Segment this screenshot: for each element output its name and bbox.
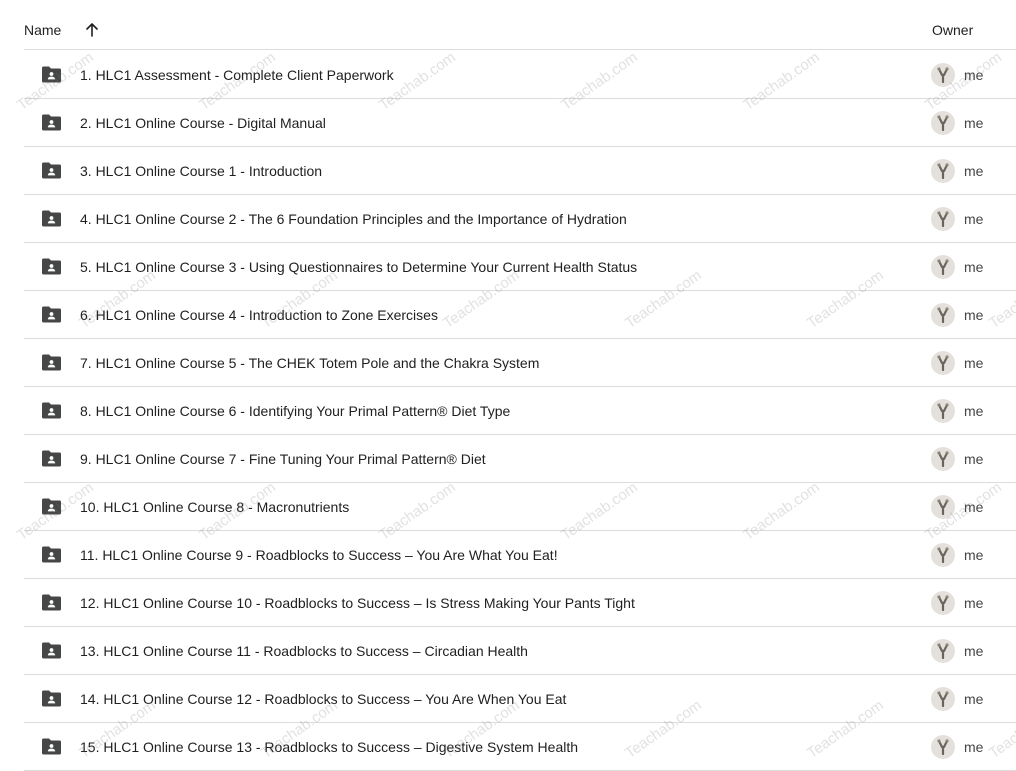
file-row[interactable]: 2. HLC1 Online Course - Digital Manual m… [24,99,1016,147]
owner-avatar-icon [931,351,955,375]
shared-folder-icon [42,498,61,515]
owner-avatar-icon [931,495,955,519]
file-name[interactable]: 14. HLC1 Online Course 12 - Roadblocks t… [80,690,566,708]
owner-label: me [964,595,984,611]
shared-folder-icon [42,306,61,323]
shared-folder-icon [42,738,61,755]
owner-label: me [964,115,984,131]
owner-avatar-icon [931,63,955,87]
file-row[interactable]: 4. HLC1 Online Course 2 - The 6 Foundati… [24,195,1016,243]
owner-avatar-icon [931,639,955,663]
owner-column-header[interactable]: Owner [932,22,973,38]
shared-folder-icon [42,642,61,659]
file-row[interactable]: 1. HLC1 Assessment - Complete Client Pap… [24,51,1016,99]
owner-avatar-icon [931,207,955,231]
shared-folder-icon [42,162,61,179]
file-name[interactable]: 11. HLC1 Online Course 9 - Roadblocks to… [80,546,558,564]
owner-avatar-icon [931,543,955,567]
owner-avatar-icon [931,255,955,279]
shared-folder-icon [42,210,61,227]
file-name[interactable]: 3. HLC1 Online Course 1 - Introduction [80,162,322,180]
file-row[interactable]: 14. HLC1 Online Course 12 - Roadblocks t… [24,675,1016,723]
shared-folder-icon [42,546,61,563]
file-row[interactable]: 9. HLC1 Online Course 7 - Fine Tuning Yo… [24,435,1016,483]
owner-label: me [964,67,984,83]
file-row[interactable]: 11. HLC1 Online Course 9 - Roadblocks to… [24,531,1016,579]
shared-folder-icon [42,402,61,419]
shared-folder-icon [42,114,61,131]
file-row[interactable]: 15. HLC1 Online Course 13 - Roadblocks t… [24,723,1016,771]
owner-label: me [964,739,984,755]
owner-avatar-icon [931,591,955,615]
name-column-header[interactable]: Name [24,22,61,38]
file-name[interactable]: 8. HLC1 Online Course 6 - Identifying Yo… [80,402,510,420]
shared-folder-icon [42,450,61,467]
owner-avatar-icon [931,687,955,711]
shared-folder-icon [42,258,61,275]
file-row[interactable]: 8. HLC1 Online Course 6 - Identifying Yo… [24,387,1016,435]
file-row[interactable]: 3. HLC1 Online Course 1 - Introduction m… [24,147,1016,195]
file-name[interactable]: 2. HLC1 Online Course - Digital Manual [80,114,326,132]
file-row[interactable]: 5. HLC1 Online Course 3 - Using Question… [24,243,1016,291]
file-list-header: Name Owner [24,10,1016,50]
file-row[interactable]: 6. HLC1 Online Course 4 - Introduction t… [24,291,1016,339]
shared-folder-icon [42,690,61,707]
file-name[interactable]: 7. HLC1 Online Course 5 - The CHEK Totem… [80,354,539,372]
shared-folder-icon [42,66,61,83]
owner-avatar-icon [931,303,955,327]
file-name[interactable]: 9. HLC1 Online Course 7 - Fine Tuning Yo… [80,450,486,468]
owner-label: me [964,643,984,659]
file-row[interactable]: 12. HLC1 Online Course 10 - Roadblocks t… [24,579,1016,627]
owner-label: me [964,211,984,227]
owner-label: me [964,403,984,419]
file-row[interactable]: 10. HLC1 Online Course 8 - Macronutrient… [24,483,1016,531]
file-name[interactable]: 5. HLC1 Online Course 3 - Using Question… [80,258,637,276]
arrow-up-icon[interactable] [84,22,100,38]
shared-folder-icon [42,354,61,371]
file-name[interactable]: 12. HLC1 Online Course 10 - Roadblocks t… [80,594,635,612]
file-row[interactable]: 13. HLC1 Online Course 11 - Roadblocks t… [24,627,1016,675]
shared-folder-icon [42,594,61,611]
owner-avatar-icon [931,111,955,135]
owner-label: me [964,499,984,515]
owner-avatar-icon [931,399,955,423]
owner-label: me [964,163,984,179]
owner-label: me [964,355,984,371]
file-name[interactable]: 6. HLC1 Online Course 4 - Introduction t… [80,306,438,324]
owner-avatar-icon [931,447,955,471]
owner-avatar-icon [931,159,955,183]
owner-avatar-icon [931,735,955,759]
file-row[interactable]: 7. HLC1 Online Course 5 - The CHEK Totem… [24,339,1016,387]
owner-label: me [964,451,984,467]
file-name[interactable]: 13. HLC1 Online Course 11 - Roadblocks t… [80,642,528,660]
file-name[interactable]: 1. HLC1 Assessment - Complete Client Pap… [80,66,394,84]
file-name[interactable]: 15. HLC1 Online Course 13 - Roadblocks t… [80,738,578,756]
file-list: 1. HLC1 Assessment - Complete Client Pap… [24,51,1016,771]
owner-label: me [964,307,984,323]
file-name[interactable]: 10. HLC1 Online Course 8 - Macronutrient… [80,498,349,516]
owner-label: me [964,691,984,707]
file-name[interactable]: 4. HLC1 Online Course 2 - The 6 Foundati… [80,210,627,228]
owner-label: me [964,259,984,275]
owner-label: me [964,547,984,563]
